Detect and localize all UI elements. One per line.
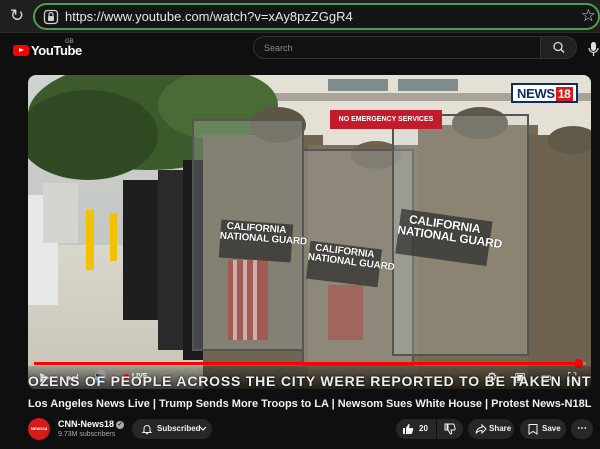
news-ticker: OZENS OF PEOPLE ACROSS THE CITY WERE REP… xyxy=(28,374,591,388)
reload-icon[interactable]: ↻ xyxy=(7,6,27,26)
like-button[interactable]: 20 xyxy=(396,419,436,439)
thumbs-up-icon xyxy=(403,424,414,434)
subscribe-button[interactable]: Subscribed xyxy=(132,419,212,439)
youtube-header: YouTube GB xyxy=(0,33,600,71)
scene-sign: NO EMERGENCY SERVICES xyxy=(330,110,442,129)
watermark-text: NEWS xyxy=(517,86,555,101)
subscribe-label: Subscribed xyxy=(157,424,201,433)
progress-fill xyxy=(34,362,578,365)
url-text: https://www.youtube.com/watch?v=xAy8pzZG… xyxy=(65,9,353,24)
save-playlist-icon xyxy=(528,424,538,435)
channel-watermark: NEWS 18 xyxy=(511,83,578,103)
channel-avatar[interactable]: NEWS18 xyxy=(28,418,50,440)
save-button[interactable]: Save xyxy=(520,419,566,439)
subscriber-count: 9.73M subscribers xyxy=(58,431,116,438)
site-info-icon[interactable] xyxy=(43,9,59,25)
microphone-icon[interactable] xyxy=(586,41,600,57)
watermark-number: 18 xyxy=(555,87,573,101)
youtube-logo-text: YouTube xyxy=(31,43,82,58)
channel-name-text: CNN-News18 xyxy=(58,419,115,429)
more-dots-icon: ⋯ xyxy=(577,423,587,434)
bell-icon xyxy=(141,425,153,435)
share-icon xyxy=(475,423,487,435)
search-icon xyxy=(553,41,565,53)
search-button[interactable] xyxy=(540,36,577,59)
youtube-play-icon xyxy=(13,45,29,56)
browser-toolbar: ↻ https://www.youtube.com/watch?v=xAy8pz… xyxy=(0,0,600,33)
share-label: Share xyxy=(489,424,512,433)
like-count: 20 xyxy=(419,424,428,433)
thumbs-down-icon xyxy=(444,423,456,435)
video-title: Los Angeles News Live | Trump Sends More… xyxy=(28,398,592,410)
search-box xyxy=(253,36,541,59)
share-button[interactable]: Share xyxy=(468,419,514,439)
chevron-down-icon xyxy=(199,426,207,431)
video-frame xyxy=(28,75,591,389)
channel-row: NEWS18 CNN-News18 ✓ 9.73M subscribers Sub… xyxy=(28,415,600,443)
progress-bar[interactable] xyxy=(34,359,586,368)
verified-check-icon: ✓ xyxy=(116,421,125,429)
search-input[interactable] xyxy=(254,37,540,58)
address-bar[interactable]: https://www.youtube.com/watch?v=xAy8pzZG… xyxy=(33,3,600,30)
save-label: Save xyxy=(542,424,561,433)
more-actions-button[interactable]: ⋯ xyxy=(571,419,593,439)
channel-name[interactable]: CNN-News18 ✓ xyxy=(58,419,125,429)
bookmark-star-icon[interactable]: ☆ xyxy=(581,6,596,26)
video-player[interactable]: CALIFORNIA NATIONAL GUARD CALIFORNIA NAT… xyxy=(28,75,591,389)
region-code: GB xyxy=(65,39,74,45)
dislike-button[interactable] xyxy=(437,419,463,439)
